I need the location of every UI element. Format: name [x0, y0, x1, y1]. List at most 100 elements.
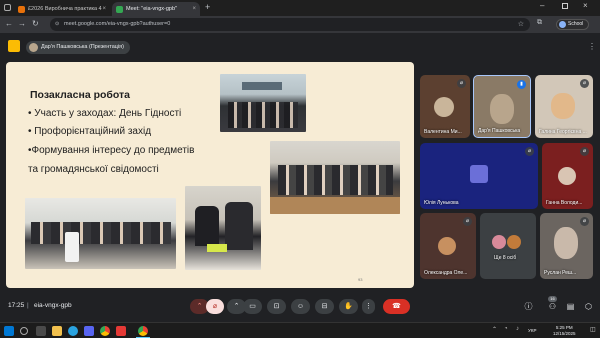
profile-label: School: [568, 21, 584, 27]
participant-tile[interactable]: ⌀ Галина Георгієвна ...: [535, 75, 593, 138]
telegram-icon[interactable]: [68, 326, 78, 336]
app-icon[interactable]: [116, 326, 126, 336]
site-info-icon[interactable]: ⊙: [55, 18, 59, 31]
chat-icon[interactable]: ▤: [564, 300, 577, 313]
profile-button[interactable]: School: [556, 19, 590, 30]
participant-tile[interactable]: ⌀ Валентина Ми...: [420, 75, 470, 138]
network-icon[interactable]: ◔: [504, 326, 508, 332]
mic-off-icon: ⌀: [580, 79, 589, 88]
more-participants-tile[interactable]: Ще 8 осіб: [480, 213, 536, 279]
emoji-reactions-button[interactable]: ☺: [291, 299, 310, 314]
start-menu-icon[interactable]: [4, 326, 14, 336]
back-icon[interactable]: ←: [5, 19, 13, 28]
participant-avatar: [438, 237, 456, 255]
meet-top-bar: Дар'я Пашковська (Презентація) ⋮: [0, 33, 600, 60]
chrome-active-icon[interactable]: [138, 326, 148, 336]
more-options-button[interactable]: ⋮: [362, 299, 375, 314]
students-reading-photo: [185, 186, 261, 270]
mic-off-icon: ⌀: [457, 79, 466, 88]
camera-toggle-button[interactable]: ▭: [243, 299, 262, 314]
task-view-icon[interactable]: [36, 326, 46, 336]
participant-name: Олександра Оле...: [424, 270, 468, 276]
meeting-info-icon[interactable]: ⓘ: [522, 300, 535, 313]
slide-bullet: • Участь у заходах: День Гідності: [28, 108, 182, 119]
meet-control-bar: 17:25 | eia-vngx-gpb ⌃ ⌀ ⌃ ▭ ⊡ ☺ ⊟ ✋ ⋮ ☎…: [0, 292, 600, 322]
volume-icon[interactable]: ♪: [516, 326, 519, 332]
search-icon[interactable]: [20, 327, 28, 335]
participant-avatar: [507, 235, 521, 249]
system-clock[interactable]: 5:25 PM 12/15/2025: [553, 325, 576, 337]
participant-video: [554, 227, 578, 259]
participant-tile[interactable]: ⌀ Юлія Лунькова: [420, 143, 538, 209]
close-tab-icon[interactable]: ×: [102, 6, 106, 12]
presenter-avatar: [29, 43, 38, 52]
document-favicon-icon: [18, 5, 25, 13]
extensions-icon[interactable]: ⧉: [537, 19, 542, 27]
tab-label: Meet: "eia-vngx-gpb": [126, 6, 177, 12]
captions-button[interactable]: ⊟: [315, 299, 334, 314]
minimize-window-icon[interactable]: –: [540, 1, 544, 10]
file-explorer-icon[interactable]: [52, 326, 62, 336]
close-tab-icon[interactable]: ×: [192, 6, 196, 12]
present-screen-button[interactable]: ⊡: [267, 299, 286, 314]
slide-bullet: •Формування інтересу до предметів: [28, 145, 195, 156]
presenter-chip[interactable]: Дар'я Пашковська (Презентація): [26, 41, 130, 54]
participant-tile[interactable]: ⌀ Олександра Оле...: [420, 213, 476, 279]
browser-tab-meet[interactable]: Meet: "eia-vngx-gpb" ×: [112, 2, 200, 16]
meeting-clock: 17:25: [8, 302, 25, 309]
close-window-icon[interactable]: ×: [583, 1, 588, 10]
speaking-indicator-icon: ▮: [517, 80, 526, 89]
participant-name: Юлія Лунькова: [424, 200, 459, 206]
participant-tile[interactable]: ⌀ Руслан Реш...: [540, 213, 593, 279]
tab-label: £2026 Виробнича практикa 4: [28, 6, 102, 12]
new-tab-button[interactable]: +: [205, 2, 210, 12]
classroom-photo-right: [270, 141, 400, 214]
slide-bullet: • Профорієнтаційний захід: [28, 126, 152, 137]
participant-name: Галина Георгієвна ...: [539, 129, 587, 135]
meeting-code: eia-vngx-gpb: [34, 302, 72, 309]
meet-favicon-icon: [116, 5, 123, 13]
tab-search-icon[interactable]: [4, 4, 11, 11]
bookmark-star-icon[interactable]: ☆: [518, 18, 524, 31]
participant-name: Руслан Реш...: [544, 270, 577, 276]
presentation-more-icon[interactable]: ⋮: [588, 42, 596, 51]
group-photo-top: [220, 74, 306, 132]
participant-name: Дар'я Пашковська: [478, 128, 521, 134]
slide-title: Позакласна робота: [30, 89, 131, 101]
maximize-window-icon[interactable]: [562, 3, 568, 9]
keyboard-language[interactable]: УКР: [528, 328, 536, 333]
meet-app-icon: [8, 40, 20, 52]
profile-avatar-icon: [559, 21, 566, 28]
browser-tab-bar: £2026 Виробнича практикa 4 × Meet: "eia-…: [0, 0, 600, 16]
mic-off-icon: ⌀: [580, 147, 589, 156]
tray-overflow-icon[interactable]: ⌃: [492, 326, 497, 333]
more-participants-label: Ще 8 осіб: [494, 255, 517, 261]
leave-call-button[interactable]: ☎: [383, 299, 410, 314]
participant-avatar: [470, 165, 488, 183]
forward-icon[interactable]: →: [18, 19, 26, 28]
participant-avatar: [492, 235, 506, 249]
activities-icon[interactable]: ⬡: [582, 300, 595, 313]
notifications-icon[interactable]: ◫: [590, 326, 596, 333]
raise-hand-button[interactable]: ✋: [339, 299, 358, 314]
slide-page-number: 93: [358, 277, 363, 282]
url-field[interactable]: ⊙ meet.google.com/eia-vngx-gpb?authuser=…: [50, 18, 530, 31]
presenter-label: Дар'я Пашковська (Презентація): [41, 44, 124, 50]
separator: |: [27, 302, 29, 309]
chrome-icon[interactable]: [100, 326, 110, 336]
participant-avatar: [558, 167, 576, 185]
participant-tile[interactable]: ⌀ Ганна Володи...: [542, 143, 593, 209]
discord-icon[interactable]: [84, 326, 94, 336]
browser-tab-practice[interactable]: £2026 Виробнича практикa 4 ×: [14, 2, 110, 16]
mic-off-icon: ⌀: [463, 217, 472, 226]
participant-tile-active[interactable]: ▮ Дар'я Пашковська: [473, 75, 531, 138]
participant-video: [490, 94, 514, 124]
classroom-photo-left: [25, 198, 176, 269]
participant-avatar: [434, 97, 454, 117]
url-text: meet.google.com/eia-vngx-gpb?authuser=0: [64, 21, 171, 27]
participant-video: [551, 93, 575, 119]
mic-toggle-button[interactable]: ⌀: [206, 299, 224, 314]
slide-bullet: та громадянської свідомості: [28, 164, 159, 175]
reload-icon[interactable]: ↻: [32, 19, 39, 28]
participant-name: Ганна Володи...: [546, 200, 583, 206]
